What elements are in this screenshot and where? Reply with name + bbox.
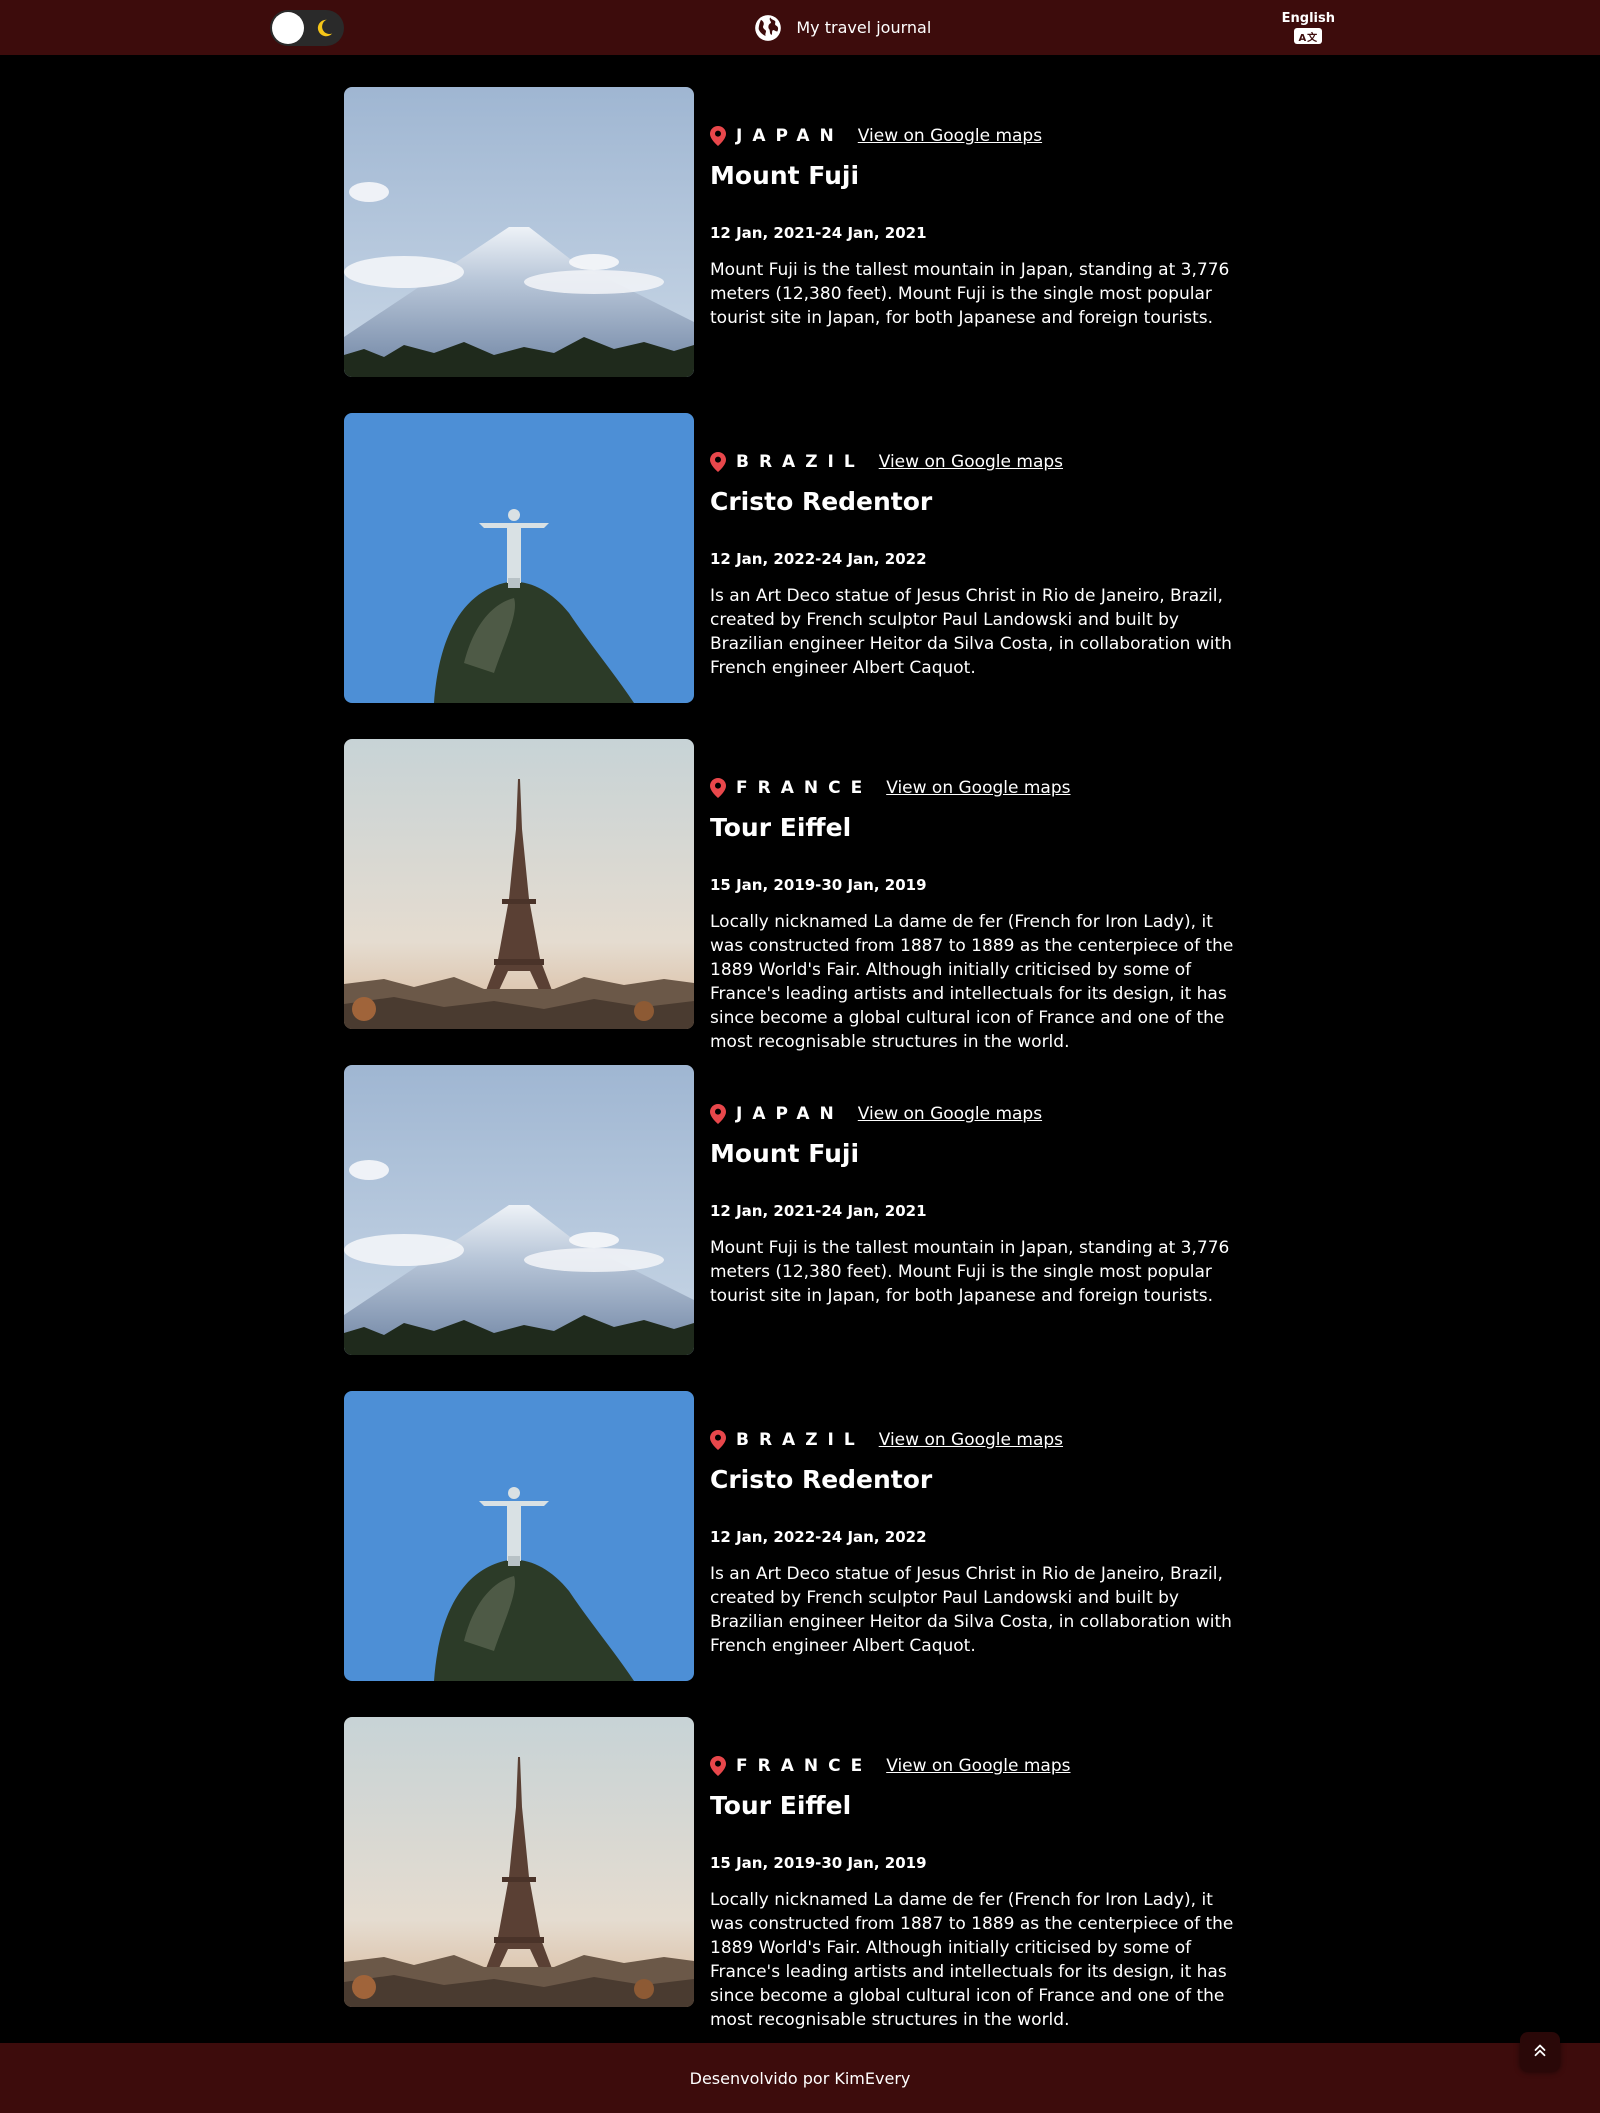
journal-entry: BRAZIL View on Google maps Cristo Redent… <box>344 413 1264 703</box>
journal-entry: JAPAN View on Google maps Mount Fuji 12 … <box>344 87 1264 377</box>
place-title: Cristo Redentor <box>710 1465 933 1494</box>
footer-credit: Desenvolvido por KimEvery <box>689 2068 911 2088</box>
country-label: BRAZIL <box>736 1430 865 1450</box>
google-maps-link[interactable]: View on Google maps <box>886 778 1070 798</box>
country-label: BRAZIL <box>736 452 865 472</box>
location-pin-icon <box>710 778 726 798</box>
journal-entry: BRAZIL View on Google maps Cristo Redent… <box>344 1391 1264 1681</box>
trip-dates: 12 Jan, 2021-24 Jan, 2021 <box>710 224 927 242</box>
entry-body: FRANCE View on Google maps Tour Eiffel 1… <box>710 1717 1250 2030</box>
place-description: Locally nicknamed La dame de fer (French… <box>710 1890 1234 2030</box>
journal-entries: JAPAN View on Google maps Mount Fuji 12 … <box>344 87 1264 2043</box>
trip-dates: 12 Jan, 2021-24 Jan, 2021 <box>710 1202 927 1220</box>
google-maps-link[interactable]: View on Google maps <box>886 1756 1070 1776</box>
country-label: FRANCE <box>736 778 873 798</box>
google-maps-link[interactable]: View on Google maps <box>879 452 1063 472</box>
place-title: Cristo Redentor <box>710 487 933 516</box>
chevron-double-up-icon <box>1531 2041 1549 2063</box>
tower-photo <box>344 1717 694 2007</box>
statue-photo <box>344 413 694 703</box>
location-pin-icon <box>710 452 726 472</box>
language-selector[interactable]: English A文 <box>1282 11 1335 44</box>
location-pin-icon <box>710 126 726 146</box>
journal-entry: JAPAN View on Google maps Mount Fuji 12 … <box>344 1065 1264 1355</box>
trip-dates: 12 Jan, 2022-24 Jan, 2022 <box>710 550 927 568</box>
scroll-to-top-button[interactable] <box>1520 2032 1560 2072</box>
place-title: Mount Fuji <box>710 161 860 190</box>
place-description: Is an Art Deco statue of Jesus Christ in… <box>710 1564 1232 1656</box>
moon-icon <box>312 16 336 40</box>
tower-photo <box>344 739 694 1029</box>
entry-body: BRAZIL View on Google maps Cristo Redent… <box>710 413 1250 703</box>
language-label: English <box>1281 11 1335 26</box>
brand: My travel journal <box>754 14 931 42</box>
place-title: Tour Eiffel <box>710 1791 852 1820</box>
location-row: BRAZIL View on Google maps <box>710 451 1250 473</box>
place-title: Mount Fuji <box>710 1139 860 1168</box>
place-description: Locally nicknamed La dame de fer (French… <box>710 912 1234 1052</box>
statue-photo <box>344 1391 694 1681</box>
country-label: FRANCE <box>736 1756 873 1776</box>
place-title: Tour Eiffel <box>710 813 852 842</box>
country-label: JAPAN <box>736 126 844 146</box>
location-pin-icon <box>710 1104 726 1124</box>
location-row: JAPAN View on Google maps <box>710 1103 1250 1125</box>
google-maps-link[interactable]: View on Google maps <box>858 1104 1042 1124</box>
trip-dates: 12 Jan, 2022-24 Jan, 2022 <box>710 1528 927 1546</box>
theme-toggle[interactable] <box>270 9 344 46</box>
location-row: JAPAN View on Google maps <box>710 125 1250 147</box>
mountain-photo <box>344 87 694 377</box>
place-description: Is an Art Deco statue of Jesus Christ in… <box>710 586 1232 678</box>
location-row: FRANCE View on Google maps <box>710 1755 1250 1777</box>
trip-dates: 15 Jan, 2019-30 Jan, 2019 <box>710 876 927 894</box>
entry-body: JAPAN View on Google maps Mount Fuji 12 … <box>710 87 1250 377</box>
journal-entry: FRANCE View on Google maps Tour Eiffel 1… <box>344 739 1264 1052</box>
page-title: My travel journal <box>796 18 932 37</box>
journal-entry: FRANCE View on Google maps Tour Eiffel 1… <box>344 1717 1264 2030</box>
country-label: JAPAN <box>736 1104 844 1124</box>
trip-dates: 15 Jan, 2019-30 Jan, 2019 <box>710 1854 927 1872</box>
location-pin-icon <box>710 1756 726 1776</box>
location-pin-icon <box>710 1430 726 1450</box>
mountain-photo <box>344 1065 694 1355</box>
translate-icon: A文 <box>1294 28 1323 44</box>
top-navbar: My travel journal English A文 <box>0 0 1600 55</box>
entry-body: BRAZIL View on Google maps Cristo Redent… <box>710 1391 1250 1681</box>
place-description: Mount Fuji is the tallest mountain in Ja… <box>710 1238 1230 1306</box>
entry-body: JAPAN View on Google maps Mount Fuji 12 … <box>710 1065 1250 1355</box>
toggle-knob <box>272 11 304 44</box>
entry-body: FRANCE View on Google maps Tour Eiffel 1… <box>710 739 1250 1052</box>
google-maps-link[interactable]: View on Google maps <box>879 1430 1063 1450</box>
footer: Desenvolvido por KimEvery <box>0 2043 1600 2113</box>
google-maps-link[interactable]: View on Google maps <box>858 126 1042 146</box>
globe-icon <box>754 14 782 42</box>
place-description: Mount Fuji is the tallest mountain in Ja… <box>710 260 1230 328</box>
location-row: BRAZIL View on Google maps <box>710 1429 1250 1451</box>
location-row: FRANCE View on Google maps <box>710 777 1250 799</box>
